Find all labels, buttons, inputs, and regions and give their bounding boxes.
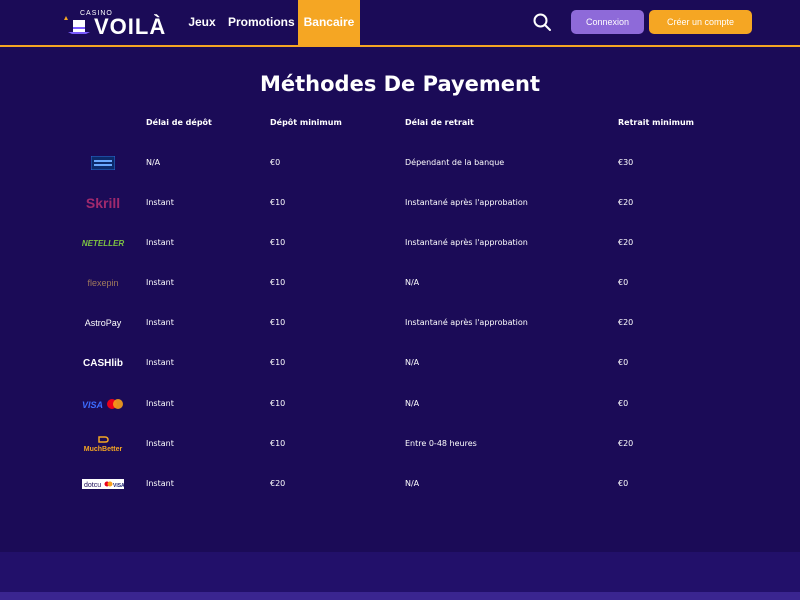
svg-text:VISA: VISA xyxy=(82,400,103,410)
casino-voila-logo[interactable]: CASINO VOILÀ xyxy=(64,8,165,39)
withdraw-min: €20 xyxy=(618,439,634,448)
deposit-delay: Instant xyxy=(146,399,174,408)
nav-item-bancaire[interactable]: Bancaire xyxy=(298,0,360,46)
column-header-deposit-delay: Délai de dépôt xyxy=(146,118,212,127)
svg-text:dotcu: dotcu xyxy=(84,482,101,489)
nav-item-promotions[interactable]: Promotions xyxy=(228,0,295,46)
deposit-min: €10 xyxy=(270,238,286,247)
astropay-logo: AstroPay xyxy=(84,318,122,328)
deposit-delay: Instant xyxy=(146,238,174,247)
deposit-min: €10 xyxy=(270,399,286,408)
table-row: VISA Instant €10 N/A €0 xyxy=(0,384,800,424)
column-header-withdraw-delay: Délai de retrait xyxy=(405,118,474,127)
table-row: Skrill Instant €10 Instantané après l'ap… xyxy=(0,183,800,223)
withdraw-min: €20 xyxy=(618,198,634,207)
footer-strip xyxy=(0,592,800,600)
withdraw-min: €20 xyxy=(618,238,634,247)
withdraw-delay: Instantané après l'approbation xyxy=(405,198,528,207)
column-header-deposit-min: Dépôt minimum xyxy=(270,118,342,127)
svg-text:VISA: VISA xyxy=(113,483,124,489)
footer-section xyxy=(0,552,800,592)
neteller-logo: NETELLER xyxy=(81,238,125,248)
table-row: MuchBetter Instant €10 Entre 0-48 heures… xyxy=(0,424,800,464)
cashlib-logo: CASHlib xyxy=(83,357,123,369)
deposit-min: €10 xyxy=(270,358,286,367)
register-button[interactable]: Créer un compte xyxy=(649,10,752,34)
withdraw-delay: N/A xyxy=(405,399,420,408)
deposit-delay: Instant xyxy=(146,318,174,327)
table-row: flexepin Instant €10 N/A €0 xyxy=(0,263,800,303)
deposit-delay: Instant xyxy=(146,198,174,207)
withdraw-delay: N/A xyxy=(405,479,420,488)
withdraw-min: €0 xyxy=(618,278,629,287)
login-button[interactable]: Connexion xyxy=(571,10,644,34)
column-header-withdraw-min: Retrait minimum xyxy=(618,118,694,127)
muchbetter-logo: MuchBetter xyxy=(80,432,126,456)
table-row: dotcu VISA Instant €20 N/A €0 xyxy=(0,464,800,504)
top-navigation-bar: CASINO VOILÀ Jeux Promotions Bancaire Co… xyxy=(0,0,800,47)
deposit-min: €10 xyxy=(270,198,286,207)
withdraw-min: €0 xyxy=(618,479,629,488)
search-icon xyxy=(533,13,551,31)
bank-transfer-logo xyxy=(80,151,126,175)
withdraw-delay: N/A xyxy=(405,278,420,287)
withdraw-delay: Dépendant de la banque xyxy=(405,158,505,167)
deposit-min: €10 xyxy=(270,439,286,448)
table-row: NETELLER Instant €10 Instantané après l'… xyxy=(0,223,800,263)
table-row: N/A €0 Dépendant de la banque €30 xyxy=(0,143,800,183)
magic-hat-icon xyxy=(64,16,90,34)
visa-mastercard-logo: VISA xyxy=(80,392,126,416)
dotcu-cards-logo: dotcu VISA xyxy=(80,472,126,496)
nav-item-jeux[interactable]: Jeux xyxy=(186,0,218,46)
deposit-delay: Instant xyxy=(146,479,174,488)
withdraw-min: €30 xyxy=(618,158,634,167)
deposit-delay: Instant xyxy=(146,358,174,367)
deposit-min: €10 xyxy=(270,278,286,287)
withdraw-delay: N/A xyxy=(405,358,420,367)
flexepin-logo: flexepin xyxy=(87,278,119,288)
withdraw-min: €20 xyxy=(618,318,634,327)
deposit-min: €10 xyxy=(270,318,286,327)
withdraw-delay: Instantané après l'approbation xyxy=(405,238,528,247)
withdraw-min: €0 xyxy=(618,358,629,367)
deposit-delay: N/A xyxy=(146,158,161,167)
table-row: AstroPay Instant €10 Instantané après l'… xyxy=(0,303,800,343)
logo-voila-text: VOILÀ xyxy=(94,14,167,39)
withdraw-delay: Instantané après l'approbation xyxy=(405,318,528,327)
search-button[interactable] xyxy=(532,12,552,32)
withdraw-delay: Entre 0-48 heures xyxy=(405,439,477,448)
table-row: CASHlib Instant €10 N/A €0 xyxy=(0,343,800,383)
deposit-delay: Instant xyxy=(146,439,174,448)
deposit-min: €0 xyxy=(270,158,281,167)
skrill-logo: Skrill xyxy=(85,195,121,211)
deposit-delay: Instant xyxy=(146,278,174,287)
withdraw-min: €0 xyxy=(618,399,629,408)
page-title: Méthodes De Payement xyxy=(259,72,541,96)
deposit-min: €20 xyxy=(270,479,286,488)
